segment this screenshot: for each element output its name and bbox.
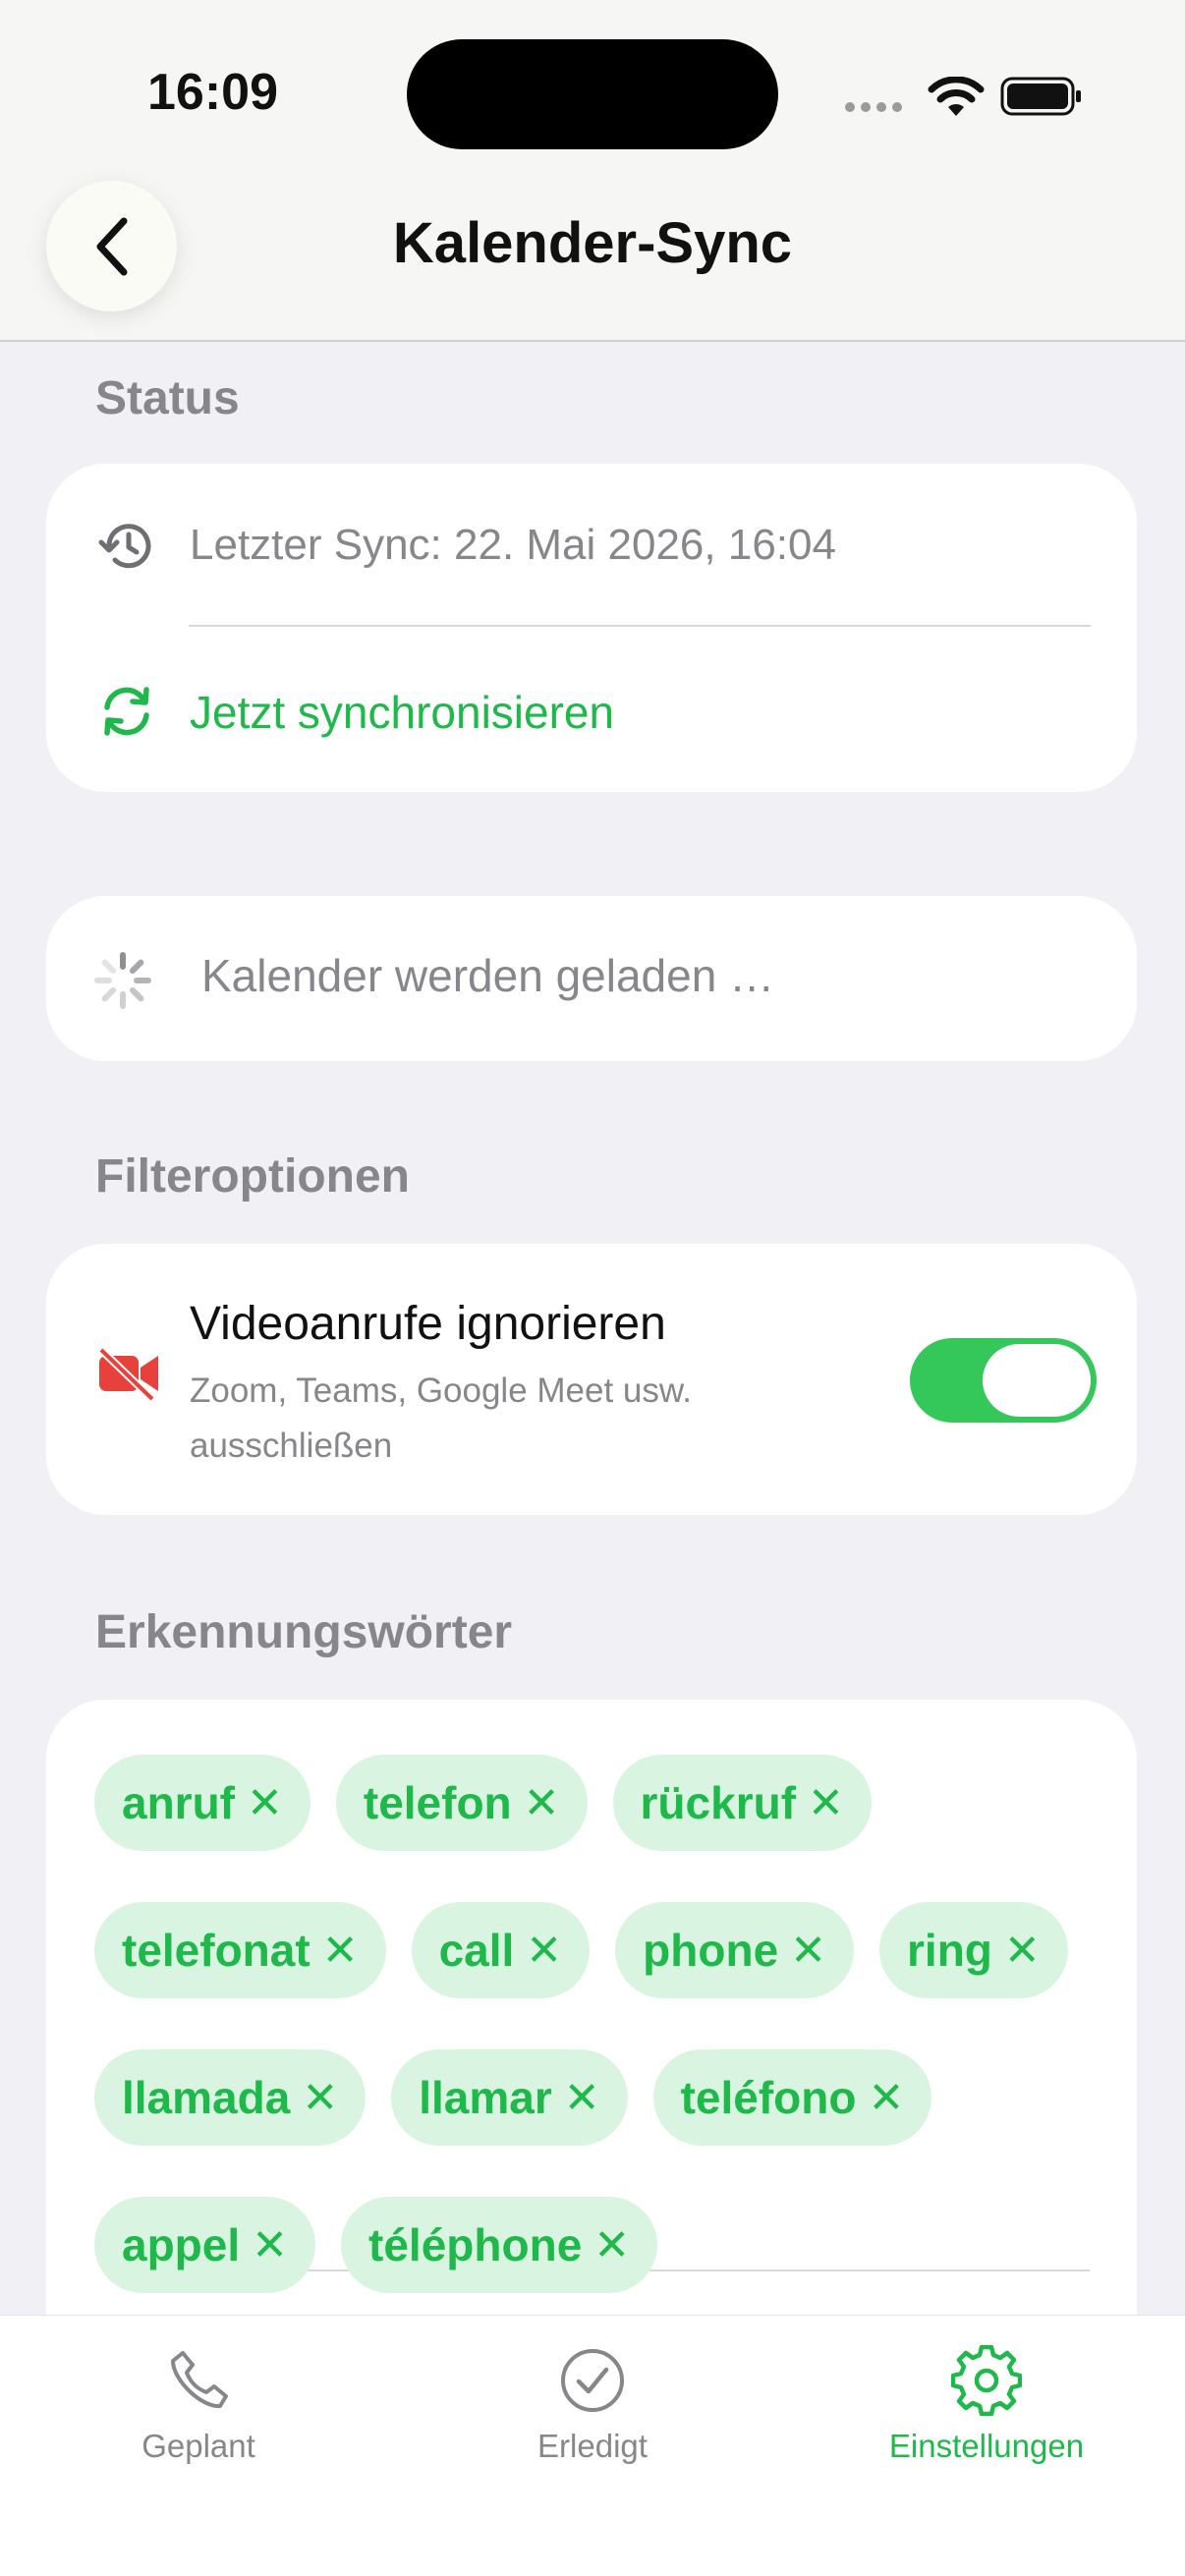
status-card: Letzter Sync: 22. Mai 2026, 16:04 Jetzt … bbox=[46, 464, 1137, 792]
status-bar-icons bbox=[845, 69, 1081, 128]
keyword-chip: ring ✕ bbox=[879, 1902, 1068, 1998]
tab-einstellungen[interactable]: Einstellungen bbox=[839, 2345, 1134, 2465]
page-title: Kalender-Sync bbox=[392, 211, 793, 275]
keyword-chip-label: teléfono bbox=[680, 2072, 857, 2123]
keyword-chip: phone ✕ bbox=[615, 1902, 855, 1998]
video-ignore-subtitle-line1: Zoom, Teams, Google Meet usw. bbox=[190, 1372, 692, 1410]
battery-icon bbox=[1000, 77, 1081, 116]
section-label-status: Status bbox=[95, 372, 240, 424]
section-label-keywords: Erkennungswörter bbox=[95, 1606, 513, 1658]
keyword-chip-label: llamar bbox=[419, 2072, 552, 2123]
remove-icon[interactable]: ✕ bbox=[564, 2073, 600, 2123]
toggle-knob bbox=[983, 1344, 1091, 1417]
keyword-chip-label: llamada bbox=[122, 2072, 291, 2123]
remove-icon[interactable]: ✕ bbox=[868, 2073, 904, 2123]
sync-icon bbox=[104, 687, 149, 736]
tab-geplant[interactable]: Geplant bbox=[51, 2345, 346, 2465]
sync-now-button[interactable]: Jetzt synchronisieren bbox=[76, 650, 1107, 768]
keyword-chip-label: telefon bbox=[363, 1777, 512, 1828]
keyword-chip: rückruf ✕ bbox=[612, 1755, 872, 1851]
remove-icon[interactable]: ✕ bbox=[1004, 1926, 1041, 1976]
remove-icon[interactable]: ✕ bbox=[322, 1926, 359, 1976]
history-icon bbox=[98, 524, 151, 569]
gear-icon bbox=[951, 2345, 1022, 2416]
tab-erledigt[interactable]: Erledigt bbox=[445, 2345, 740, 2465]
keyword-chips: anruf ✕ telefon ✕ rückruf ✕ telefonat ✕ call… bbox=[94, 1755, 1116, 2293]
keyword-chip: llamar ✕ bbox=[391, 2049, 628, 2146]
keyword-chip: call ✕ bbox=[411, 1902, 591, 1998]
keyword-chip-label: call bbox=[438, 1925, 515, 1976]
keyword-chip: teléfono ✕ bbox=[652, 2049, 932, 2146]
keyword-chip: téléphone ✕ bbox=[341, 2197, 658, 2293]
navigation-header: 16:09 Kalender-Sync bbox=[0, 0, 1185, 342]
remove-icon[interactable]: ✕ bbox=[247, 1778, 283, 1828]
keyword-chip-label: appel bbox=[122, 2219, 241, 2270]
keyword-chip: anruf ✕ bbox=[94, 1755, 310, 1851]
remove-icon[interactable]: ✕ bbox=[526, 1926, 562, 1976]
wifi-icon bbox=[928, 77, 985, 116]
sync-now-label: Jetzt synchronisieren bbox=[190, 687, 615, 738]
keyword-chip-label: telefonat bbox=[122, 1925, 310, 1976]
calendars-loading-text: Kalender werden geladen … bbox=[201, 950, 775, 1001]
video-ignore-subtitle-line2: ausschließen bbox=[190, 1427, 393, 1465]
remove-icon[interactable]: ✕ bbox=[790, 1926, 826, 1976]
remove-icon[interactable]: ✕ bbox=[593, 2220, 630, 2270]
calendars-loading-card: Kalender werden geladen … bbox=[46, 896, 1137, 1061]
video-ignore-title: Videoanrufe ignorieren bbox=[190, 1298, 666, 1350]
keyword-chip: telefon ✕ bbox=[335, 1755, 588, 1851]
remove-icon[interactable]: ✕ bbox=[524, 1778, 560, 1828]
dynamic-island bbox=[407, 39, 778, 149]
tab-label: Erledigt bbox=[537, 2428, 648, 2464]
keyword-chip: appel ✕ bbox=[94, 2197, 316, 2293]
keyword-chip-label: phone bbox=[643, 1925, 779, 1976]
keyword-chip-label: ring bbox=[907, 1925, 992, 1976]
keyword-chip-label: téléphone bbox=[368, 2219, 583, 2270]
cellular-signal-icon bbox=[845, 102, 902, 112]
remove-icon[interactable]: ✕ bbox=[808, 1778, 844, 1828]
status-bar-time: 16:09 bbox=[147, 64, 278, 121]
checkmark-circle-icon bbox=[561, 2349, 624, 2412]
tab-label: Einstellungen bbox=[888, 2428, 1085, 2464]
keyword-chip: llamada ✕ bbox=[94, 2049, 367, 2146]
keyword-chip: telefonat ✕ bbox=[94, 1902, 386, 1998]
keyword-chip-label: rückruf bbox=[640, 1777, 797, 1828]
video-ignore-toggle[interactable] bbox=[910, 1338, 1097, 1423]
remove-icon[interactable]: ✕ bbox=[302, 2073, 338, 2123]
tab-bar: Geplant Erledigt Einstellungen bbox=[0, 2315, 1185, 2576]
keyword-chip-label: anruf bbox=[122, 1777, 235, 1828]
tab-label: Geplant bbox=[141, 2428, 255, 2464]
divider bbox=[189, 625, 1091, 627]
loading-spinner-icon bbox=[94, 952, 151, 1009]
remove-icon[interactable]: ✕ bbox=[252, 2220, 288, 2270]
section-label-filter: Filteroptionen bbox=[95, 1150, 410, 1203]
last-sync-text: Letzter Sync: 22. Mai 2026, 16:04 bbox=[190, 521, 836, 569]
video-off-icon bbox=[98, 1347, 158, 1401]
phone-icon bbox=[171, 2351, 228, 2409]
